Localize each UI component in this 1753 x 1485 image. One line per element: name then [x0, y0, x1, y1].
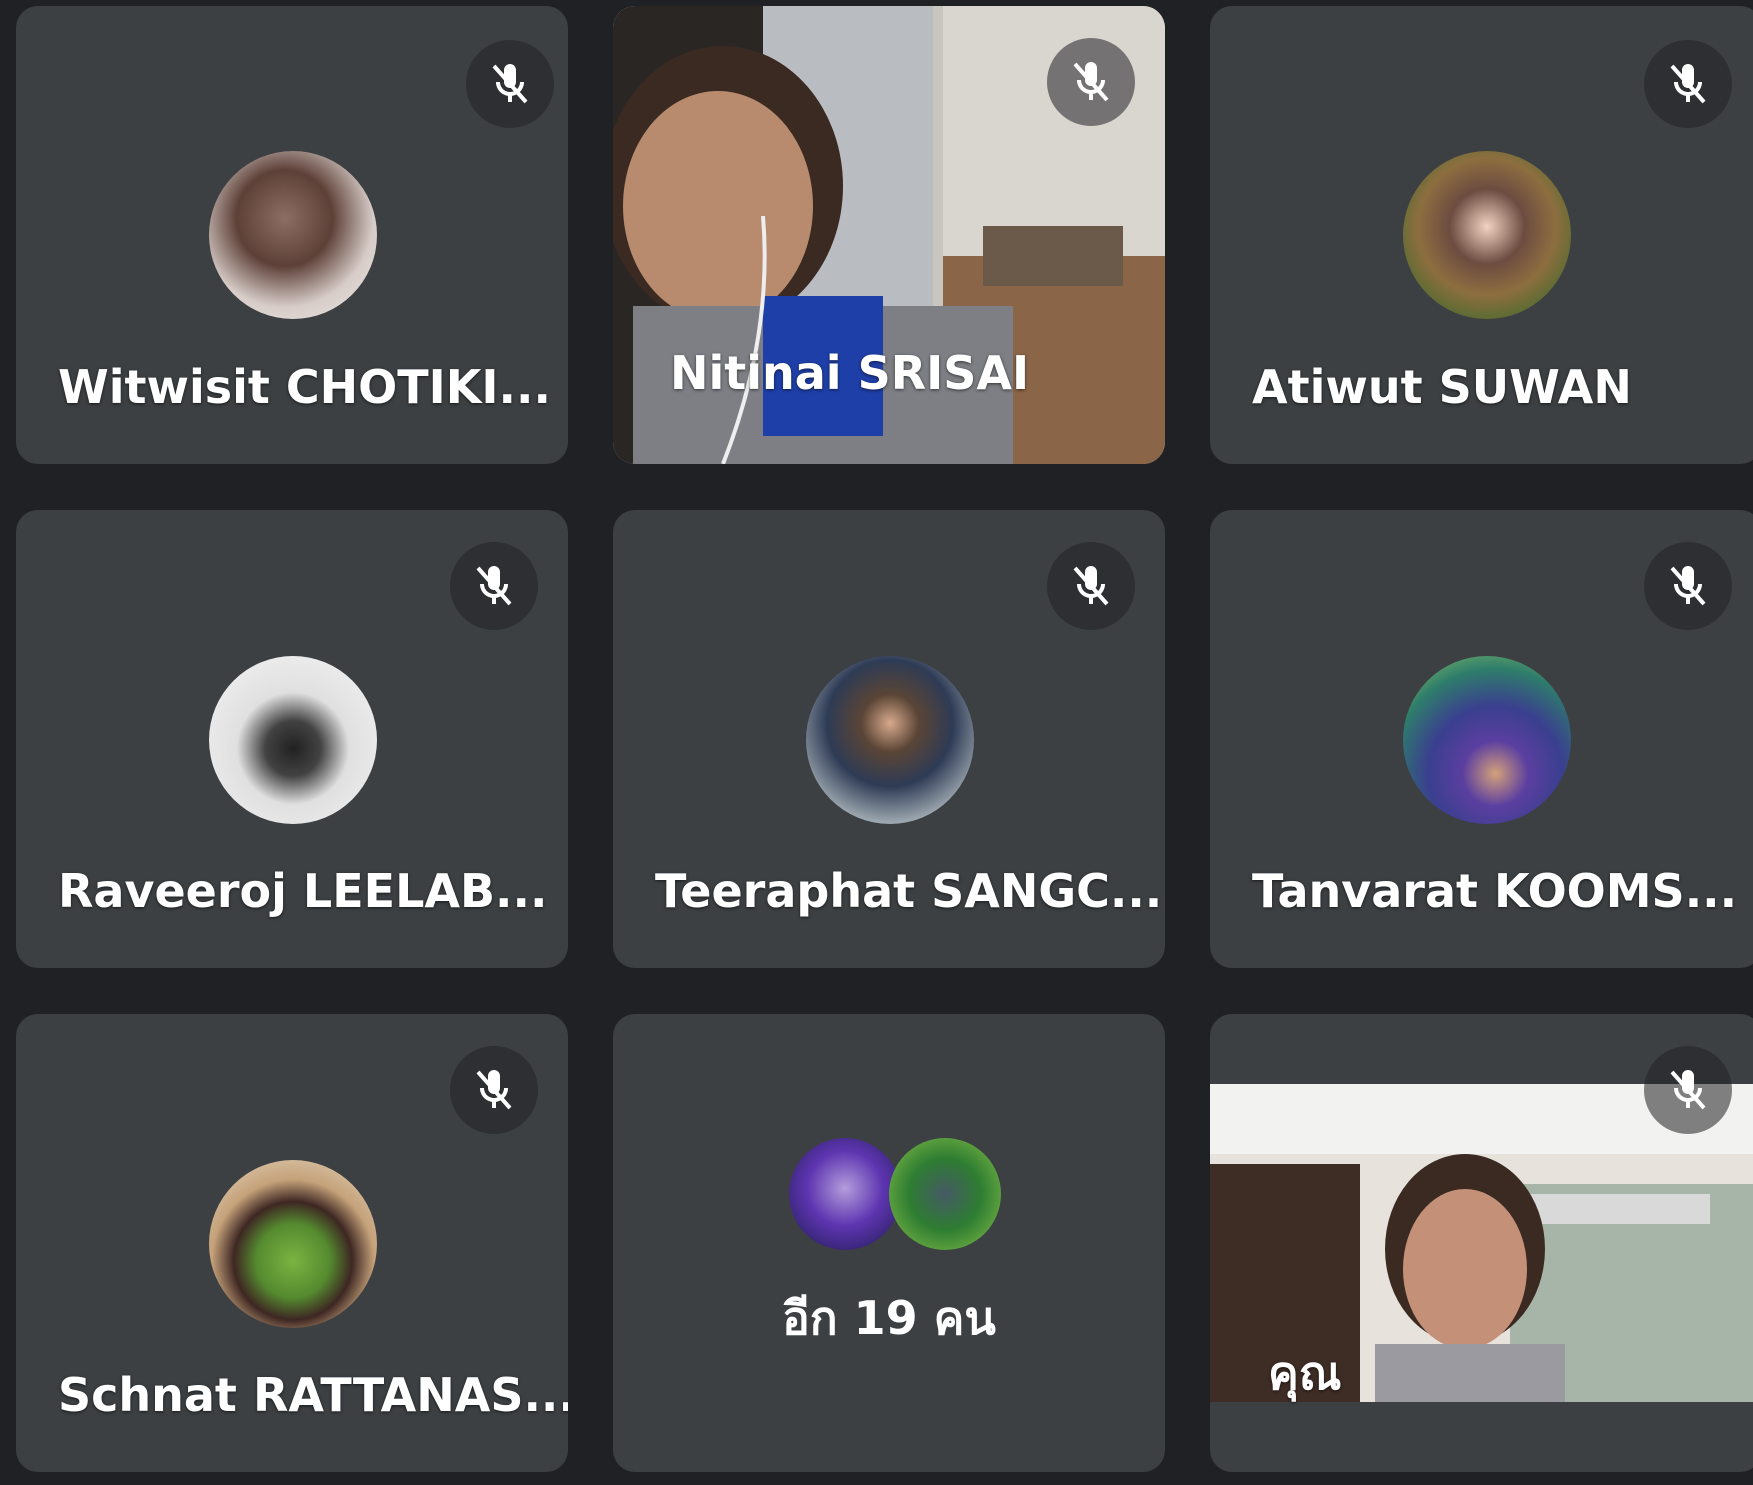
participant-name: Tanvarat KOOMS... — [1252, 864, 1738, 918]
mic-off-icon — [1047, 38, 1135, 126]
participant-tile-atiwut[interactable]: Atiwut SUWAN — [1210, 6, 1753, 464]
participant-name: Witwisit CHOTIKI... — [58, 360, 551, 414]
avatar — [1403, 151, 1571, 319]
avatar — [209, 656, 377, 824]
avatar — [209, 151, 377, 319]
avatar — [889, 1138, 1001, 1250]
self-tile[interactable]: คุณ — [1210, 1014, 1753, 1472]
participant-name: Raveeroj LEELAB... — [58, 864, 548, 918]
avatar — [789, 1138, 901, 1250]
avatar — [1403, 656, 1571, 824]
mic-off-icon — [1644, 542, 1732, 630]
participant-name: Schnat RATTANAS... — [58, 1368, 568, 1422]
more-participants-label: อีก 19 คน — [782, 1291, 996, 1345]
avatar — [806, 656, 974, 824]
participant-name: Atiwut SUWAN — [1252, 360, 1632, 414]
participant-tile-witwisit[interactable]: Witwisit CHOTIKI... — [16, 6, 568, 464]
avatar — [209, 1160, 377, 1328]
mic-off-icon — [466, 40, 554, 128]
mic-off-icon — [450, 542, 538, 630]
participant-tile-nitinai[interactable]: Nitinai SRISAI — [613, 6, 1165, 464]
mic-off-icon — [1644, 1046, 1732, 1134]
participant-tile-teeraphat[interactable]: Teeraphat SANGC... — [613, 510, 1165, 968]
participant-name: Teeraphat SANGC... — [655, 864, 1163, 918]
participant-name: Nitinai SRISAI — [670, 346, 1030, 400]
more-participants-tile[interactable]: อีก 19 คน — [613, 1014, 1165, 1472]
participant-tile-schnat[interactable]: Schnat RATTANAS... — [16, 1014, 568, 1472]
participant-tile-raveeroj[interactable]: Raveeroj LEELAB... — [16, 510, 568, 968]
mic-off-icon — [1047, 542, 1135, 630]
mic-off-icon — [450, 1046, 538, 1134]
participant-tile-tanvarat[interactable]: Tanvarat KOOMS... — [1210, 510, 1753, 968]
self-label: คุณ — [1268, 1346, 1342, 1400]
mic-off-icon — [1644, 40, 1732, 128]
